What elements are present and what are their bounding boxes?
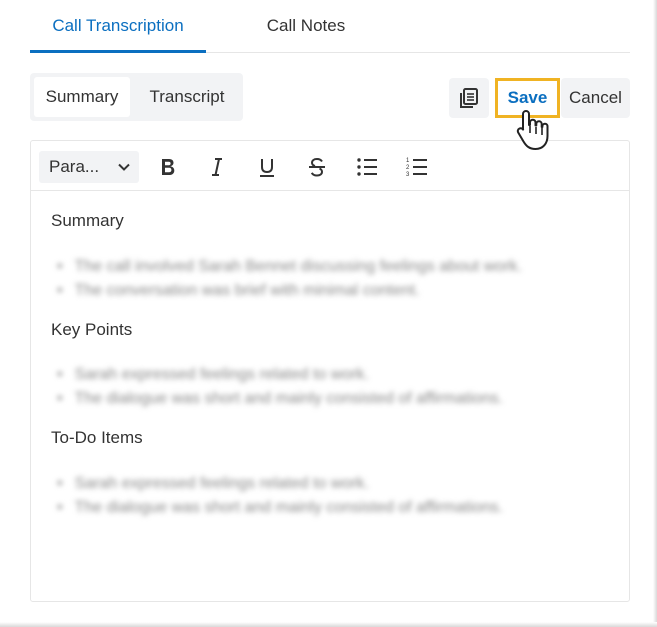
svg-text:3: 3 bbox=[406, 172, 410, 178]
copy-button[interactable] bbox=[449, 78, 489, 118]
list-item: The call involved Sarah Bennet discussin… bbox=[57, 255, 522, 279]
panel-shadow-right bbox=[653, 0, 657, 627]
paragraph-style-select[interactable]: Para... bbox=[39, 151, 139, 183]
numbered-list-icon: 1 2 3 bbox=[406, 158, 427, 178]
panel-shadow-bottom bbox=[0, 622, 657, 627]
svg-text:1: 1 bbox=[406, 158, 410, 164]
section-heading-todo: To-Do Items bbox=[51, 428, 143, 447]
rich-text-editor[interactable]: Para... 1 2 3 Summary • The call involve… bbox=[30, 140, 630, 602]
section-heading-key-points: Key Points bbox=[51, 320, 133, 339]
hand-pointer-icon bbox=[516, 110, 549, 150]
bullet-list-icon bbox=[357, 158, 377, 176]
chevron-down-icon bbox=[118, 163, 130, 171]
list-item: Sarah expressed feelings related to work… bbox=[57, 363, 503, 387]
top-tab-bar: Call Transcription Call Notes bbox=[30, 0, 630, 53]
tab-call-notes[interactable]: Call Notes bbox=[240, 0, 372, 52]
key-points-list: Sarah expressed feelings related to work… bbox=[57, 363, 503, 411]
list-item: The conversation was brief with minimal … bbox=[57, 279, 522, 303]
svg-text:2: 2 bbox=[406, 165, 410, 171]
underline-icon bbox=[260, 159, 274, 177]
strikethrough-icon bbox=[309, 157, 325, 177]
bullet-list-button[interactable] bbox=[353, 153, 381, 181]
view-segmented-control: Summary Transcript bbox=[30, 73, 243, 121]
summary-list: The call involved Sarah Bennet discussin… bbox=[57, 255, 522, 303]
copy-icon bbox=[460, 88, 478, 108]
numbered-list-button[interactable]: 1 2 3 bbox=[403, 153, 431, 181]
underline-button[interactable] bbox=[253, 153, 281, 181]
list-item: The dialogue was short and mainly consis… bbox=[57, 496, 503, 520]
segment-transcript-button[interactable]: Transcript bbox=[134, 77, 240, 117]
list-item: Sarah expressed feelings related to work… bbox=[57, 472, 503, 496]
paragraph-style-value: Para... bbox=[49, 157, 100, 176]
cancel-button[interactable]: Cancel bbox=[561, 78, 630, 118]
bold-button[interactable] bbox=[154, 153, 182, 181]
italic-icon bbox=[212, 158, 222, 176]
todo-list: Sarah expressed feelings related to work… bbox=[57, 472, 503, 520]
segment-summary-button[interactable]: Summary bbox=[34, 77, 130, 117]
transcription-panel: Call Transcription Call Notes Summary Tr… bbox=[0, 0, 657, 627]
tab-call-transcription[interactable]: Call Transcription bbox=[30, 0, 206, 53]
section-heading-summary: Summary bbox=[51, 211, 124, 230]
bold-icon bbox=[162, 159, 175, 175]
list-item: The dialogue was short and mainly consis… bbox=[57, 387, 503, 411]
italic-button[interactable] bbox=[203, 153, 231, 181]
strikethrough-button[interactable] bbox=[303, 153, 331, 181]
